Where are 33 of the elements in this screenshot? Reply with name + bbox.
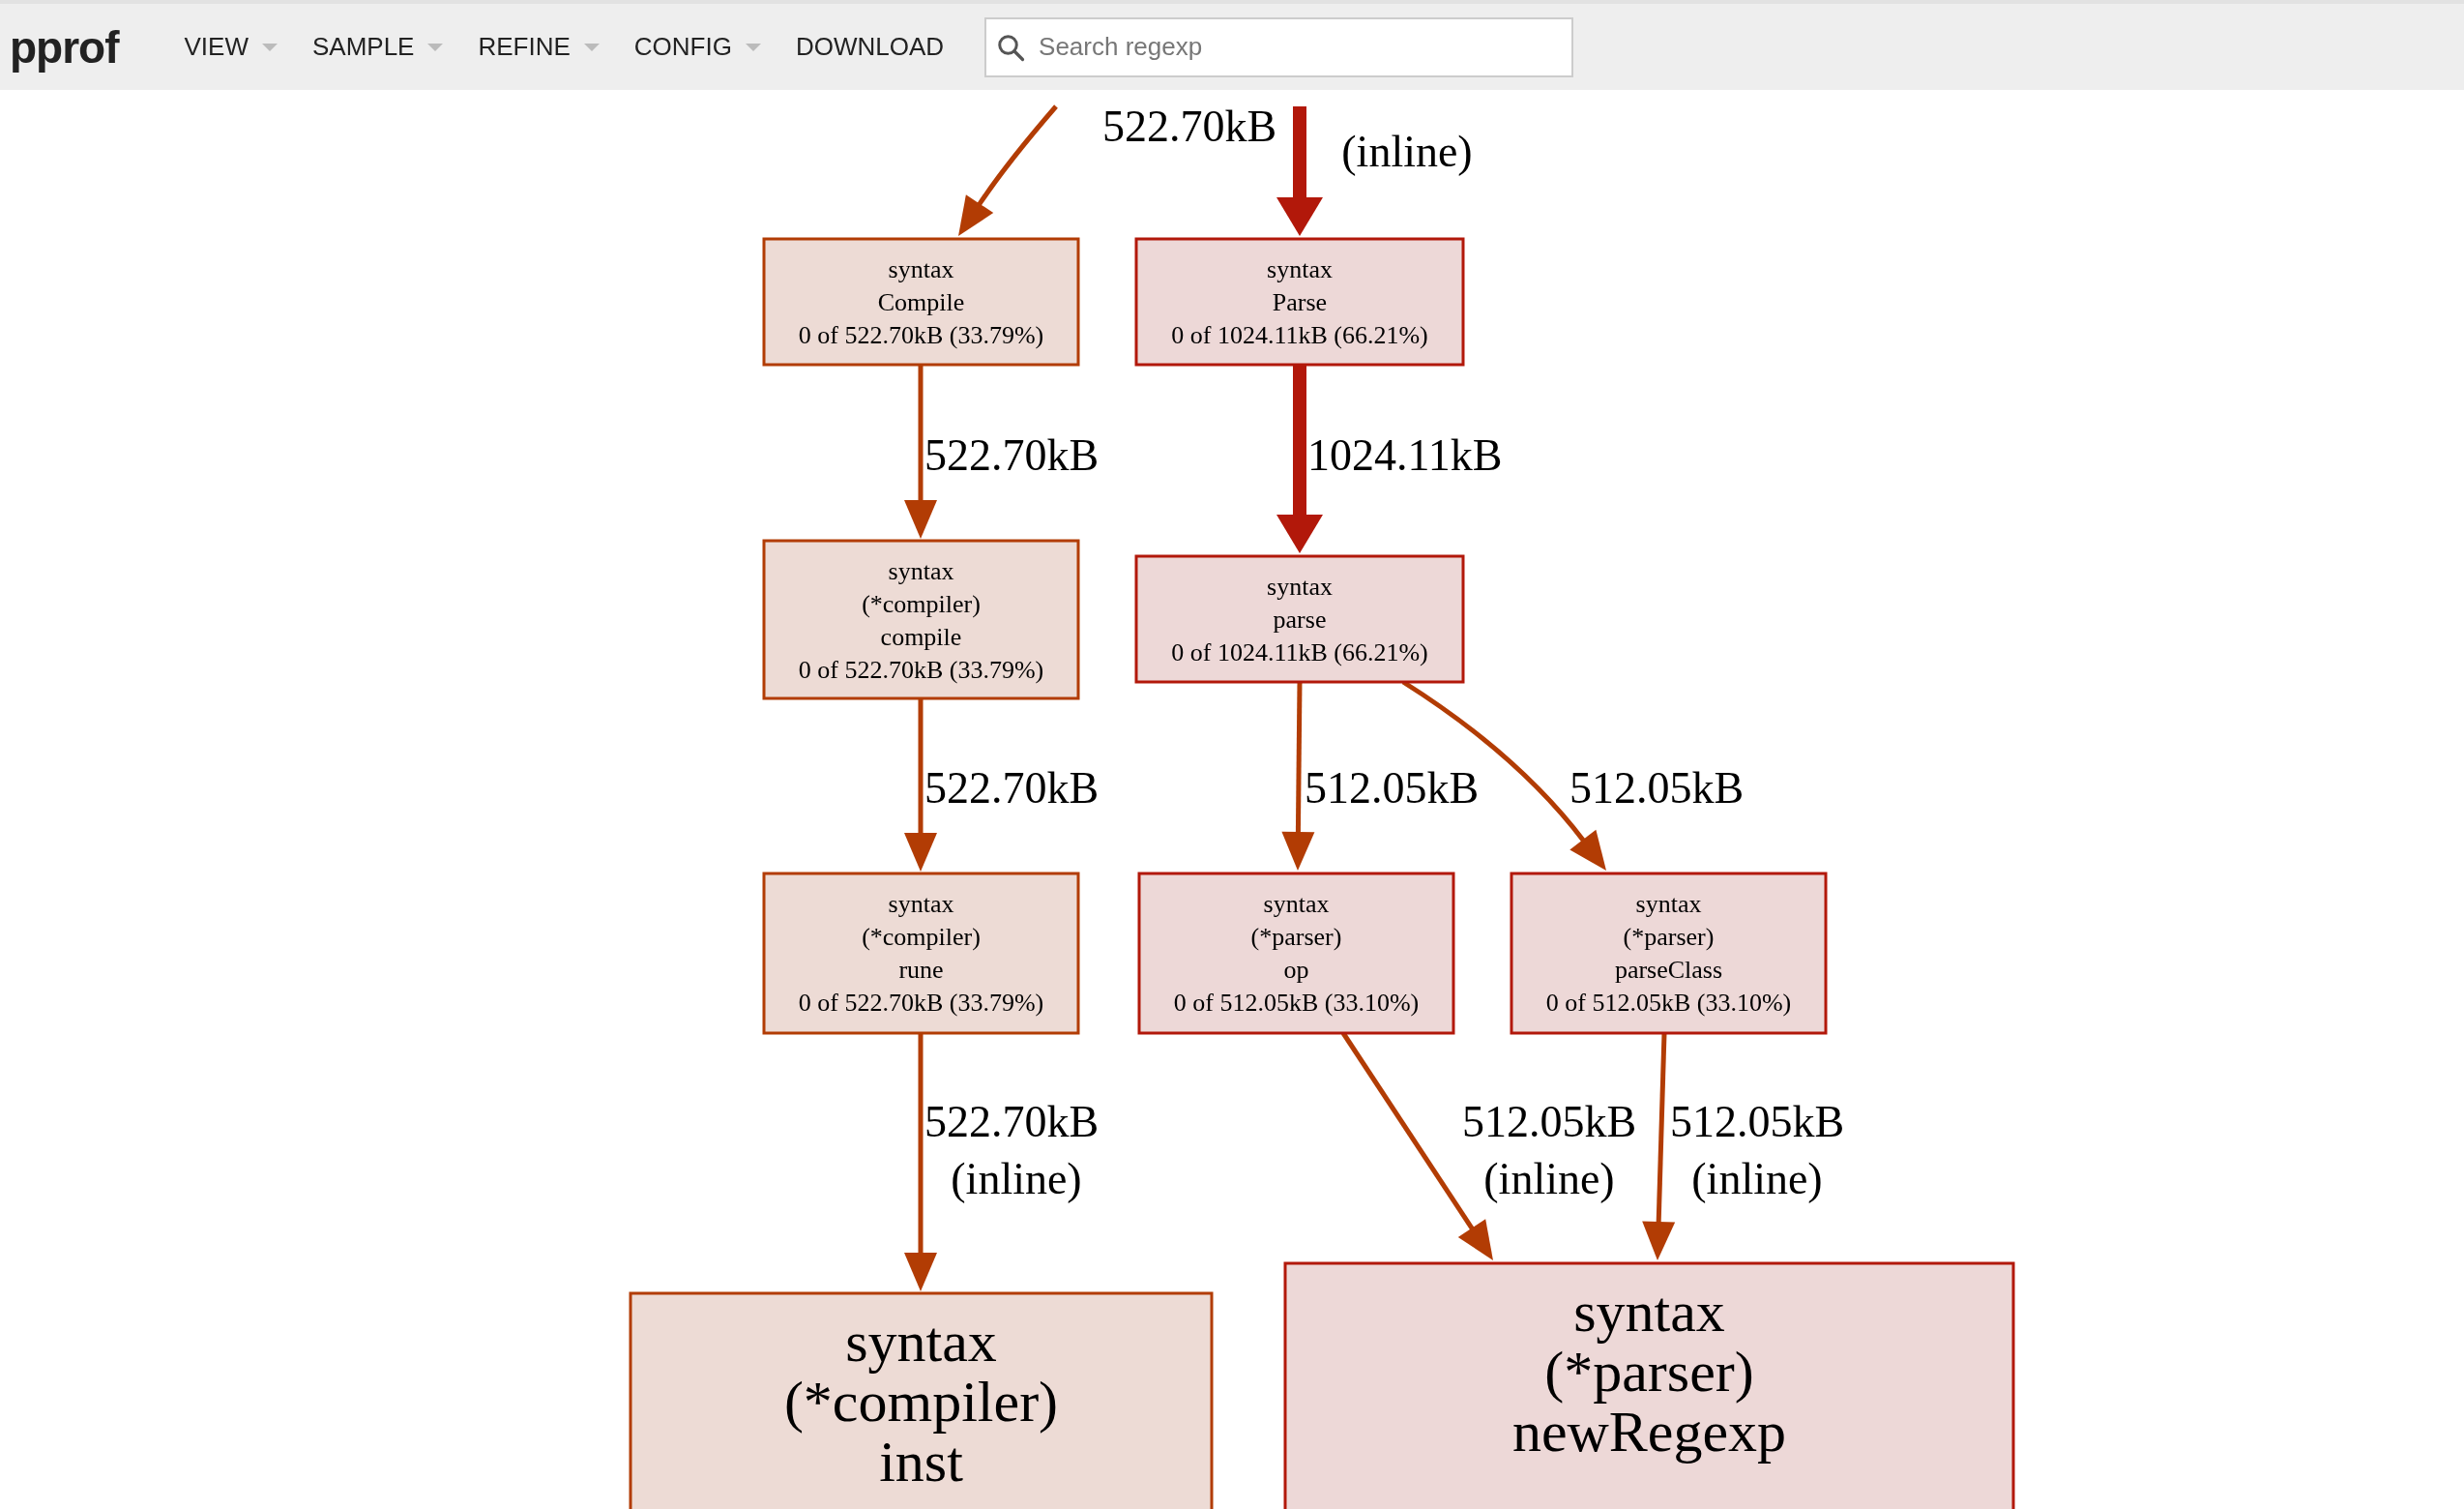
edge-label: (inline)	[951, 1154, 1082, 1203]
edge-label: 512.05kB	[1461, 1097, 1637, 1146]
edge-label: 512.05kB	[1569, 763, 1745, 813]
graph-node[interactable]: syntax Parse 0 of 1024.11kB (66.21%)	[1134, 237, 1465, 367]
app-logo: pprof	[10, 20, 119, 74]
graph-node[interactable]: syntax (*compiler) compile 0 of 522.70kB (33.79%)	[762, 539, 1080, 700]
search-field[interactable]: Search regexp	[984, 16, 1574, 77]
graph-node[interactable]: syntax (*compiler) rune 0 of 522.70kB (33.79%)	[762, 872, 1080, 1035]
graph-node[interactable]: syntax (*parser) newRegexp	[1283, 1261, 2015, 1509]
graph-node[interactable]: syntax (*compiler) inst	[629, 1291, 1214, 1509]
edge-label: 522.70kB	[1101, 102, 1277, 151]
edge-label: (inline)	[1483, 1154, 1615, 1203]
edge-label: 512.05kB	[1669, 1097, 1845, 1146]
edge-label: (inline)	[1341, 127, 1473, 176]
edge-label: 522.70kB	[924, 763, 1100, 813]
graph-node[interactable]: syntax parse 0 of 1024.11kB (66.21%)	[1134, 554, 1465, 684]
menu-item[interactable]: DOWNLOAD	[779, 24, 960, 70]
caret-icon	[261, 43, 278, 51]
edge-label: 512.05kB	[1305, 763, 1480, 813]
caret-icon	[427, 43, 444, 51]
menu-item[interactable]: SAMPLE	[296, 24, 459, 70]
menu-item[interactable]: CONFIG	[618, 24, 777, 70]
menu-item[interactable]: REFINE	[462, 24, 615, 70]
graph-node[interactable]: syntax (*parser) op 0 of 512.05kB (33.10%)	[1137, 872, 1455, 1035]
caret-icon	[583, 43, 600, 51]
edge-label: 522.70kB	[924, 430, 1100, 480]
graph-node[interactable]: syntax Compile 0 of 522.70kB (33.79%)	[762, 237, 1080, 367]
edge-label: 522.70kB	[924, 1097, 1100, 1146]
edge-label: (inline)	[1691, 1154, 1823, 1203]
edge-label: 1024.11kB	[1307, 430, 1503, 480]
caret-icon	[745, 43, 761, 51]
graph-node[interactable]: syntax (*parser) parseClass 0 of 512.05kB (33.10%)	[1510, 872, 1828, 1035]
menu-item[interactable]: VIEW	[168, 24, 293, 70]
